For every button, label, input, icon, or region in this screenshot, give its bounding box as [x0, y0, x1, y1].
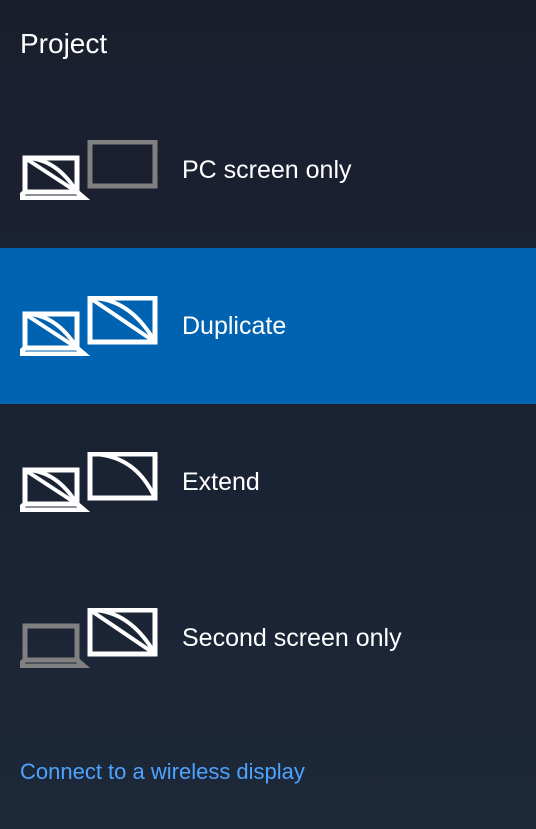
option-label: Duplicate [182, 312, 286, 341]
panel-title: Project [0, 0, 536, 60]
duplicate-icon [20, 296, 170, 356]
option-pc-screen-only[interactable]: PC screen only [0, 92, 536, 248]
option-label: Extend [182, 468, 260, 497]
pc-screen-only-icon [20, 140, 170, 200]
connect-wireless-display-link[interactable]: Connect to a wireless display [20, 759, 305, 785]
option-label: PC screen only [182, 156, 352, 185]
extend-icon [20, 452, 170, 512]
option-label: Second screen only [182, 624, 402, 653]
option-extend[interactable]: Extend [0, 404, 536, 560]
project-options-list: PC screen only Duplicate [0, 92, 536, 716]
option-second-screen-only[interactable]: Second screen only [0, 560, 536, 716]
second-screen-only-icon [20, 608, 170, 668]
option-duplicate[interactable]: Duplicate [0, 248, 536, 404]
